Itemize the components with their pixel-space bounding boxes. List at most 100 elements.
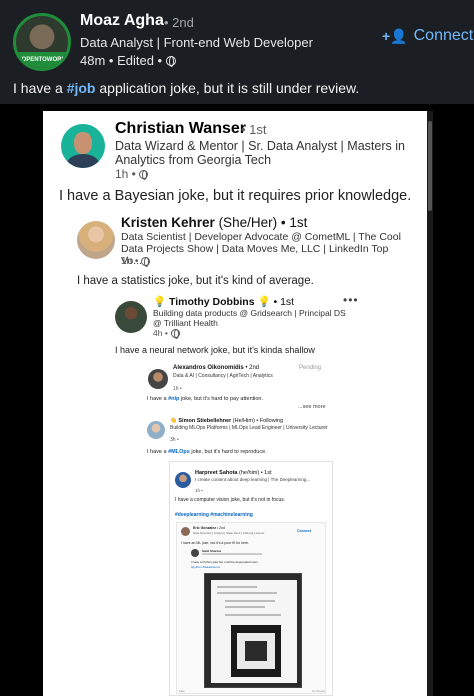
like-label: Like <box>179 689 185 693</box>
level1-text: I have a Bayesian joke, but it requires … <box>59 188 412 204</box>
avatar <box>77 221 115 259</box>
avatar <box>148 369 168 389</box>
embedded-screenshot[interactable]: Christian Wanser • 1st Data Wizard & Men… <box>43 111 427 696</box>
level2-text: I have a statistics joke, but it's kind … <box>77 275 314 287</box>
level6-author-name: Harpreet Sahota <box>195 470 238 476</box>
avatar <box>147 421 165 439</box>
level6-headline: I create content about deep learning | T… <box>195 477 311 482</box>
post-text-before: I have a <box>13 80 67 96</box>
recursive-screenshot <box>204 573 302 688</box>
level1-headline: Data Wizard & Mentor | Sr. Data Analyst … <box>115 139 405 167</box>
level7-headline: Data Scientist | Analyst | Stats Nerd | … <box>193 531 265 535</box>
level4-degree: • 2nd <box>245 365 260 371</box>
level5-text: I have a #MLOps joke, but it's hard to r… <box>147 449 267 455</box>
comment-label: Comment <box>311 689 325 693</box>
level5-author-name: Simon Stiebellehner <box>178 418 232 424</box>
globe-icon <box>170 328 180 339</box>
level2-author-name: Kristen Kehrer <box>121 215 215 230</box>
connect-label: Connect <box>413 27 474 44</box>
connect-button[interactable]: +👤 Connect <box>382 27 473 45</box>
level5-text-after: joke, but it's hard to reproduce. <box>189 449 267 455</box>
nested-post-card: Eric Gonzalez • 2nd Connect Data Scienti… <box>176 522 326 694</box>
text-placeholder <box>225 606 265 608</box>
level4-time: 1h • <box>173 386 182 392</box>
lightbulb-icon: 💡 <box>153 296 169 308</box>
level3-author-name: Timothy Dobbins <box>169 296 255 308</box>
level2-degree: • 1st <box>280 215 308 230</box>
recursive-image <box>231 625 281 677</box>
avatar <box>115 301 147 333</box>
lightbulb-icon: 💡 <box>254 296 274 308</box>
level3-headline: Building data products @ Gridsearch | Pr… <box>153 308 346 328</box>
avatar <box>61 124 105 168</box>
avatar <box>181 527 190 536</box>
scrollbar[interactable] <box>427 111 433 696</box>
hashtag-nlp: #nlp <box>168 396 180 402</box>
nested-post-card: Harpreet Sahota (he/him) • 1st I create … <box>169 461 333 696</box>
level8-text: I have a Python joke but it will be depr… <box>191 560 259 564</box>
level7-author: Eric Gonzalez • 2nd <box>193 526 225 530</box>
text-placeholder <box>225 600 275 602</box>
level4-text: I have a #nlp joke, but it's hard to pay… <box>147 396 263 402</box>
level1-time: 1h • <box>115 167 148 181</box>
more-menu-icon: ••• <box>343 293 359 307</box>
see-more-link: ...see more <box>298 404 326 410</box>
level7-connect: Connect <box>297 529 311 533</box>
level4-author-name: Alexandros Oikonomidis <box>173 365 244 371</box>
level5-text-before: I have a <box>147 449 169 455</box>
level7-text: I have an ML joke, but it's a poor fit f… <box>181 541 250 545</box>
level6-hashtags: #deeplearning #machinelearning <box>175 512 253 518</box>
level2-time-text: 1h • <box>121 256 139 267</box>
post-time-text: 48m • Edited • <box>80 53 163 68</box>
author-avatar[interactable]: #OPENTOWORK <box>13 13 71 71</box>
level2-time: 1h • <box>121 256 151 267</box>
level3-author: 💡 Timothy Dobbins 💡 • 1st <box>153 295 294 308</box>
level5-time: 3h • <box>170 437 179 443</box>
connection-degree: • 2nd <box>164 15 194 30</box>
hashtag-job[interactable]: #job <box>67 80 96 96</box>
level2-pronouns: (She/Her) <box>218 215 278 230</box>
level6-author: Harpreet Sahota (he/him) • 1st <box>195 470 272 476</box>
level4-headline: Data & AI | Consultancy | AgriTech | Ana… <box>173 373 273 379</box>
level2-author: Kristen Kehrer (She/Her) • 1st <box>121 215 307 230</box>
add-person-icon: +👤 <box>382 27 408 44</box>
level7-author-name: Eric Gonzalez <box>193 526 216 530</box>
text-placeholder <box>217 592 277 594</box>
headline-placeholder <box>202 553 262 555</box>
avatar <box>175 472 191 488</box>
post-text-after: application joke, but it is still under … <box>95 80 360 96</box>
post-time: 48m • Edited • <box>80 53 177 68</box>
level4-text-after: joke, but it's hard to pay attention. <box>179 396 264 402</box>
globe-icon <box>166 55 177 67</box>
level5-author: 👋 Simon Stiebellehner (He/Him) • Followi… <box>170 418 283 424</box>
globe-icon <box>138 169 148 180</box>
scrollbar-thumb[interactable] <box>428 121 432 211</box>
hashtag-mlops: #MLOps <box>168 449 190 455</box>
level3-time: 4h • <box>153 328 180 339</box>
level6-text: I have a computer vision joke, but it's … <box>175 497 286 503</box>
level2-headline: Data Scientist | Developer Advocate @ Co… <box>121 231 401 267</box>
level4-author: Alexandros Oikonomidis • 2nd <box>173 365 259 371</box>
level3-degree: • 1st <box>273 296 295 308</box>
recursive-screenshot-content <box>211 580 297 683</box>
level1-author-name: Christian Wanser <box>115 120 246 137</box>
level1-time-text: 1h • <box>115 167 136 181</box>
avatar <box>191 549 199 557</box>
post-text: I have a #job application joke, but it i… <box>13 80 359 96</box>
author-name[interactable]: Moaz Agha <box>80 12 164 30</box>
level4-text-before: I have a <box>147 396 169 402</box>
level4-pending: Pending <box>299 365 322 371</box>
open-to-work-badge: #OPENTOWORK <box>16 52 68 68</box>
level1-degree: • 1st <box>241 122 267 137</box>
text-placeholder <box>217 586 257 588</box>
reaction-bar: Like Comment <box>179 689 325 693</box>
level6-pronouns: (he/him) • 1st <box>239 470 272 476</box>
level7-degree: • 2nd <box>216 526 225 530</box>
author-headline: Data Analyst | Front-end Web Developer <box>80 35 313 50</box>
globe-icon <box>141 257 151 267</box>
level3-time-text: 4h • <box>153 328 168 338</box>
level3-text: I have a neural network joke, but it's k… <box>115 345 315 355</box>
level8-hashtags: #python #datascience <box>191 565 221 569</box>
level5-headline: Building MLOps Platforms | MLOps Lead En… <box>170 425 328 431</box>
level5-pronouns: (He/Him) • Following <box>232 418 284 424</box>
